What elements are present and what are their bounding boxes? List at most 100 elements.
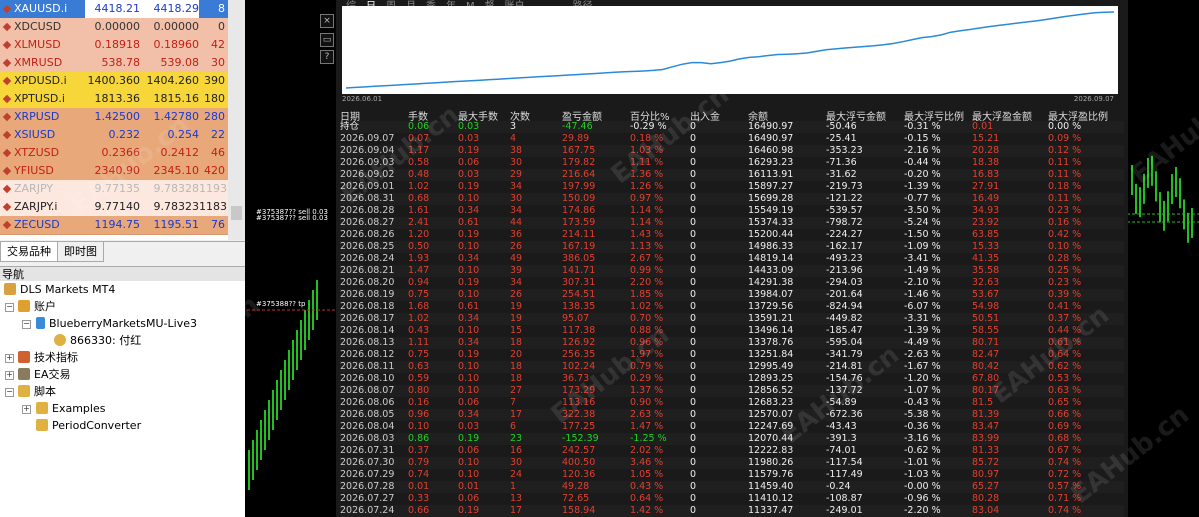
table-row[interactable]: 2026.08.07 0.80 0.10 27 173.29 1.37 % 0 12856.5… bbox=[340, 385, 1124, 397]
table-cell: 0.86 bbox=[408, 433, 430, 444]
tab-tick-chart[interactable]: 即时图 bbox=[57, 242, 104, 262]
table-row[interactable]: 2026.08.24 1.93 0.34 49 386.05 2.67 % 0 14819.1… bbox=[340, 253, 1124, 265]
symbol-cell: XTZUSD bbox=[14, 146, 60, 159]
market-watch-row[interactable]: ZECUSD 1194.75 1195.51 76 bbox=[0, 216, 228, 235]
tree-indicators[interactable]: 技术指标 bbox=[18, 349, 78, 366]
table-row[interactable]: 2026.09.01 1.02 0.19 34 197.99 1.26 % 0 15897.2… bbox=[340, 181, 1124, 193]
table-row[interactable]: 2026.08.13 1.11 0.34 18 126.92 0.96 % 0 13378.7… bbox=[340, 337, 1124, 349]
table-row[interactable]: 2026.09.07 0.07 0.03 4 29.89 0.18 % 0 16490.97 -… bbox=[340, 133, 1124, 145]
table-row[interactable]: 2026.08.04 0.10 0.03 6 177.25 1.47 % 0 12247.69… bbox=[340, 421, 1124, 433]
table-cell: 2026.08.05 bbox=[340, 409, 395, 420]
ask-cell: 0.254 bbox=[167, 128, 200, 141]
table-cell: 12570.07 bbox=[748, 409, 794, 420]
table-row[interactable]: 2026.08.06 0.16 0.06 7 113.16 0.90 % 0 12683.23… bbox=[340, 397, 1124, 409]
tab-symbols[interactable]: 交易品种 bbox=[0, 242, 58, 262]
table-row[interactable]: 2026.08.12 0.75 0.19 20 256.35 1.97 % 0 13251.8… bbox=[340, 349, 1124, 361]
table-cell: -0.62 % bbox=[904, 445, 941, 456]
tree-accounts[interactable]: 账户 bbox=[18, 298, 56, 315]
table-row[interactable]: 2026.08.17 1.02 0.34 19 95.07 0.70 % 0 13591.21… bbox=[340, 313, 1124, 325]
table-row[interactable]: 2026.08.25 0.50 0.10 26 167.19 1.13 % 0 14986.3… bbox=[340, 241, 1124, 253]
tree-scripts[interactable]: 脚本 bbox=[18, 383, 56, 400]
expand-examples-toggle[interactable]: + bbox=[22, 405, 31, 414]
table-cell: 0.34 bbox=[458, 409, 480, 420]
market-watch-list[interactable]: XAUUSD.i 4418.21 4418.29 8 XDCUSD 0.00000 0.00… bbox=[0, 0, 228, 240]
tree-ea[interactable]: EA交易 bbox=[18, 366, 70, 383]
tree-root[interactable]: DLS Markets MT4 bbox=[4, 281, 115, 298]
table-row[interactable]: 2026.08.11 0.63 0.10 18 102.24 0.79 % 0 12995.4… bbox=[340, 361, 1124, 373]
tree-period-converter[interactable]: PeriodConverter bbox=[36, 417, 141, 434]
table-row[interactable]: 2026.08.19 0.75 0.10 26 254.51 1.85 % 0 13984.0… bbox=[340, 289, 1124, 301]
table-cell: 6 bbox=[510, 421, 517, 432]
table-cell: 0.09 % bbox=[1048, 133, 1082, 144]
table-cell: 29.89 bbox=[562, 133, 590, 144]
table-row[interactable]: 2026.08.10 0.59 0.10 18 36.73 0.29 % 0 12893.25… bbox=[340, 373, 1124, 385]
market-watch-row[interactable]: XAUUSD.i 4418.21 4418.29 8 bbox=[0, 0, 228, 19]
ask-cell: 1195.51 bbox=[153, 218, 200, 231]
tree-examples[interactable]: Examples bbox=[36, 400, 105, 417]
table-row[interactable]: 2026.07.24 0.66 0.19 17 158.94 1.42 % 0 11337.4… bbox=[340, 505, 1124, 517]
collapse-server-toggle[interactable]: − bbox=[22, 320, 31, 329]
chart-help-icon[interactable]: ? bbox=[320, 50, 334, 64]
table-row[interactable]: 2026.08.20 0.94 0.19 34 307.31 2.20 % 0 14291.3… bbox=[340, 277, 1124, 289]
table-row[interactable]: 2026.08.05 0.96 0.34 17 322.38 2.63 % 0 12570.0… bbox=[340, 409, 1124, 421]
table-row[interactable]: 2026.07.28 0.01 0.01 1 49.28 0.43 % 0 11459.40 -… bbox=[340, 481, 1124, 493]
collapse-accounts-toggle[interactable]: − bbox=[5, 303, 14, 312]
table-row[interactable]: 2026.08.27 2.41 0.61 44 173.59 1.14 % 0 15374.3… bbox=[340, 217, 1124, 229]
table-row[interactable]: 2026.08.28 1.61 0.34 34 174.86 1.14 % 0 15549.1… bbox=[340, 205, 1124, 217]
market-watch-row[interactable]: XPTUSD.i 1813.36 1815.16 180 bbox=[0, 90, 228, 109]
table-cell: 2026.08.18 bbox=[340, 301, 395, 312]
table-row[interactable]: 2026.08.31 0.68 0.10 30 150.09 0.97 % 0 15699.2… bbox=[340, 193, 1124, 205]
market-watch-row[interactable]: ZARJPY.i 9.77140 9.78323 1183 bbox=[0, 198, 228, 217]
table-row[interactable]: 2026.07.29 0.74 0.10 24 120.36 1.05 % 0 11579.7… bbox=[340, 469, 1124, 481]
table-cell: 0.29 % bbox=[630, 373, 664, 384]
table-row[interactable]: 2026.08.18 1.68 0.61 19 138.35 1.02 % 0 13729.5… bbox=[340, 301, 1124, 313]
market-watch-row[interactable]: XTZUSD 0.2366 0.2412 46 bbox=[0, 144, 228, 163]
market-watch-row[interactable]: XLMUSD 0.18918 0.18960 42 bbox=[0, 36, 228, 55]
bid-cell: 538.78 bbox=[101, 56, 141, 69]
table-cell: 0.10 bbox=[458, 241, 480, 252]
table-cell: 0 bbox=[690, 409, 697, 420]
table-row[interactable]: 2026.08.14 0.43 0.10 15 117.38 0.88 % 0 13496.1… bbox=[340, 325, 1124, 337]
table-cell: 23 bbox=[510, 433, 523, 444]
table-row[interactable]: 持仓 0.06 0.03 3 -47.46 -0.29 % 0 16490.97 -50.46 -… bbox=[340, 121, 1124, 133]
table-row[interactable]: 2026.08.03 0.86 0.19 23 -152.39 -1.25 % 0 12070… bbox=[340, 433, 1124, 445]
table-row[interactable]: 2026.08.21 1.47 0.10 39 141.71 0.99 % 0 14433.0… bbox=[340, 265, 1124, 277]
tree-accounts-label: 账户 bbox=[34, 300, 56, 313]
chart-close-icon[interactable]: × bbox=[320, 14, 334, 28]
table-row[interactable]: 2026.08.26 1.20 0.19 36 214.11 1.43 % 0 15200.4… bbox=[340, 229, 1124, 241]
table-cell: 34.93 bbox=[972, 205, 1000, 216]
table-cell: 0 bbox=[690, 133, 697, 144]
bid-cell: 1.42500 bbox=[94, 110, 141, 123]
scrollbar-thumb[interactable] bbox=[231, 206, 242, 220]
market-watch-row[interactable]: XSIUSD 0.232 0.254 22 bbox=[0, 126, 228, 145]
table-cell: 0.34 bbox=[458, 205, 480, 216]
tree-account[interactable]: 866330: 付红 bbox=[54, 332, 141, 349]
expand-ea-toggle[interactable]: + bbox=[5, 371, 14, 380]
table-row[interactable]: 2026.07.31 0.37 0.06 16 242.57 2.02 % 0 12222.8… bbox=[340, 445, 1124, 457]
table-cell: 307.31 bbox=[562, 277, 596, 288]
table-cell: 49.28 bbox=[562, 481, 590, 492]
table-row[interactable]: 2026.09.04 1.17 0.19 38 167.75 1.03 % 0 16460.9… bbox=[340, 145, 1124, 157]
market-watch-scrollbar[interactable] bbox=[228, 0, 245, 240]
table-cell: 0 bbox=[690, 361, 697, 372]
table-cell: 1.93 bbox=[408, 253, 430, 264]
market-watch-row[interactable]: YFIUSD 2340.90 2345.10 420 bbox=[0, 162, 228, 181]
market-watch-row[interactable]: XRPUSD 1.42500 1.42780 280 bbox=[0, 108, 228, 127]
market-watch-row[interactable]: ZARJPY 9.77135 9.78328 1193 bbox=[0, 180, 228, 199]
market-watch-row[interactable]: XMRUSD 538.78 539.08 30 bbox=[0, 54, 228, 73]
table-cell: 141.71 bbox=[562, 265, 596, 276]
table-row[interactable]: 2026.09.03 0.58 0.06 30 179.82 1.11 % 0 16293.2… bbox=[340, 157, 1124, 169]
table-row[interactable]: 2026.09.02 0.48 0.03 29 216.64 1.36 % 0 16113.9… bbox=[340, 169, 1124, 181]
table-row[interactable]: 2026.07.30 0.79 0.10 30 400.50 3.46 % 0 11980.2… bbox=[340, 457, 1124, 469]
table-cell: -449.82 bbox=[826, 313, 863, 324]
market-watch-row[interactable]: XPDUSD.i 1400.360 1404.260 390 bbox=[0, 72, 228, 91]
table-cell: 0 bbox=[690, 325, 697, 336]
collapse-scripts-toggle[interactable]: − bbox=[5, 388, 14, 397]
market-watch-row[interactable]: XDCUSD 0.00000 0.00000 0 bbox=[0, 18, 228, 37]
chart-restore-icon[interactable]: ▭ bbox=[320, 33, 334, 47]
table-row[interactable]: 2026.07.27 0.33 0.06 13 72.65 0.64 % 0 11410.12… bbox=[340, 493, 1124, 505]
tree-server[interactable]: BlueberryMarketsMU-Live3 bbox=[36, 315, 197, 332]
bid-cell: 0.18918 bbox=[94, 38, 141, 51]
table-cell: -50.46 bbox=[826, 121, 857, 132]
expand-indicators-toggle[interactable]: + bbox=[5, 354, 14, 363]
